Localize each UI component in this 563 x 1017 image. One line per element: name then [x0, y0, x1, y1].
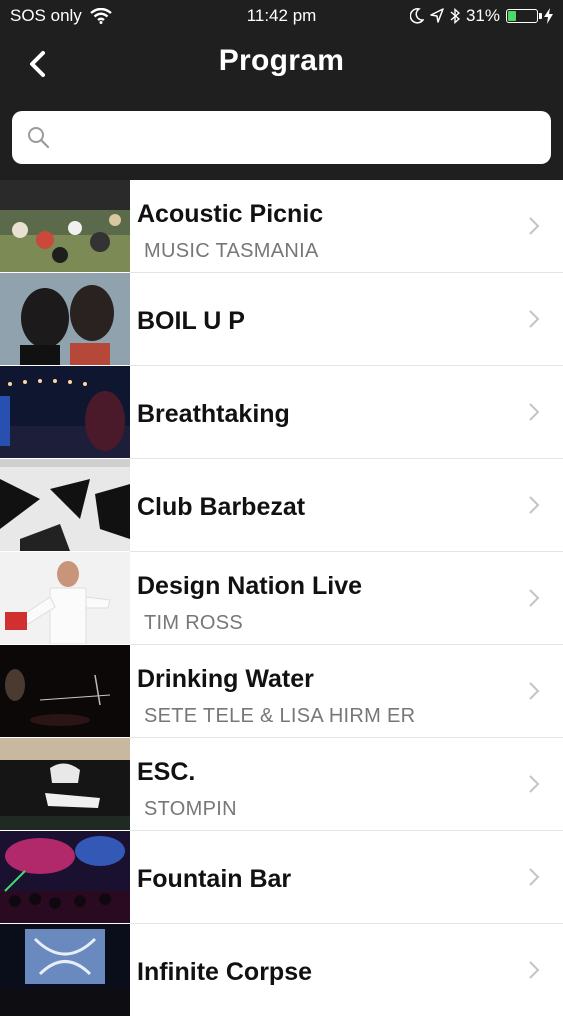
thumbnail-image: [0, 273, 130, 365]
status-bar: SOS only 11:42 pm 31%: [0, 0, 563, 32]
search-icon: [28, 127, 50, 149]
item-title: Drinking Water: [137, 665, 314, 693]
search-box[interactable]: [12, 111, 551, 164]
chevron-right-icon: [529, 310, 540, 328]
charging-bolt-icon: [544, 8, 553, 24]
item-title: Club Barbezat: [137, 493, 306, 521]
list-item-infinite-corpse[interactable]: Infinite Corpse: [0, 924, 563, 1017]
list-item-acoustic-picnic[interactable]: Acoustic Picnic MUSIC TASMANIA: [0, 180, 563, 273]
list-item-club-barbezat[interactable]: Club Barbezat: [0, 459, 563, 552]
chevron-right-icon: [529, 403, 540, 421]
list-item-breathtaking[interactable]: Breathtaking: [0, 366, 563, 459]
status-right: 31%: [409, 6, 553, 26]
thumbnail-image: [0, 924, 130, 1016]
thumbnail-image: [0, 366, 130, 458]
chevron-right-icon: [529, 775, 540, 793]
thumbnail-image: [0, 738, 130, 830]
item-title: Design Nation Live: [137, 572, 363, 600]
list-item-boil-up[interactable]: BOIL U P: [0, 273, 563, 366]
thumbnail-image: [0, 180, 130, 272]
item-title: Acoustic Picnic: [137, 200, 324, 228]
page-title: Program: [218, 44, 345, 77]
thumbnail-image: [0, 552, 130, 644]
bluetooth-icon: [450, 8, 460, 24]
battery-tip: [539, 13, 542, 19]
list-item-esc[interactable]: ESC. STOMPIN: [0, 738, 563, 831]
list-item-drinking-water[interactable]: Drinking Water SETE TELE & LISA HIRM ER: [0, 645, 563, 738]
item-title: Infinite Corpse: [137, 958, 313, 986]
item-subtitle: STOMPIN: [144, 798, 237, 820]
list-item-fountain-bar[interactable]: Fountain Bar: [0, 831, 563, 924]
list-item-design-nation-live[interactable]: Design Nation Live TIM ROSS: [0, 552, 563, 645]
chevron-right-icon: [529, 496, 540, 514]
search-bar: [0, 96, 563, 180]
battery-percent: 31%: [465, 6, 500, 25]
chevron-right-icon: [529, 868, 540, 886]
nav-bar: Program: [0, 32, 563, 96]
chevron-right-icon: [529, 589, 540, 607]
thumbnail-image: [0, 645, 130, 737]
chevron-right-icon: [529, 217, 540, 235]
item-subtitle: SETE TELE & LISA HIRM ER: [144, 705, 416, 727]
item-title: Fountain Bar: [137, 865, 292, 893]
search-input[interactable]: [58, 119, 542, 157]
program-list: Acoustic Picnic MUSIC TASMANIA BOIL U P: [0, 180, 563, 1017]
battery-icon: [506, 9, 542, 23]
battery-fill: [508, 11, 516, 21]
item-title: Breathtaking: [137, 400, 290, 428]
chevron-right-icon: [529, 961, 540, 979]
location-arrow-icon: [430, 8, 444, 23]
thumbnail-image: [0, 459, 130, 551]
chevron-right-icon: [529, 682, 540, 700]
item-subtitle: TIM ROSS: [144, 612, 244, 634]
thumbnail-image: [0, 831, 130, 923]
item-title: ESC.: [137, 758, 196, 786]
item-subtitle: MUSIC TASMANIA: [144, 240, 319, 262]
moon-icon: [409, 8, 424, 24]
item-title: BOIL U P: [137, 307, 245, 335]
